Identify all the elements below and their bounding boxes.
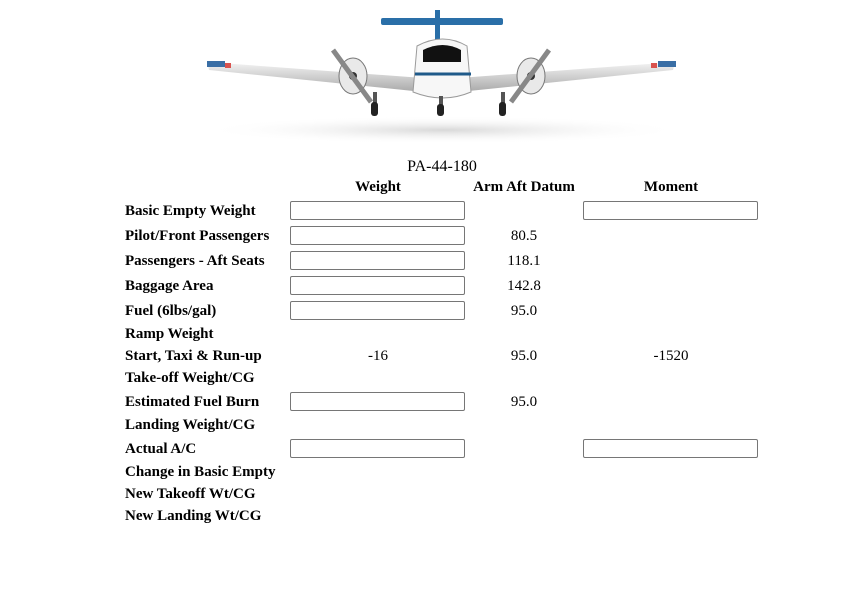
start-taxi-moment: -1520 [653,348,689,364]
pilot-front-arm: 80.5 [510,228,538,244]
airplane-image [201,10,685,144]
row-label-estimated-fuel-burn: Estimated Fuel Burn [125,394,260,410]
basic-empty-moment-input[interactable] [583,201,758,220]
column-header-arm: Arm Aft Datum [473,179,575,195]
aircraft-model-title: PA-44-180 [407,158,477,175]
row-label-baggage-area: Baggage Area [125,278,214,294]
column-header-weight: Weight [355,179,401,195]
fuel-arm: 95.0 [510,303,538,319]
actual-ac-weight-input[interactable] [290,439,465,458]
row-label-actual-ac: Actual A/C [125,441,197,457]
row-label-landing-weight-cg: Landing Weight/CG [125,417,256,433]
fuel-burn-weight-input[interactable] [290,392,465,411]
row-label-change-basic-empty: Change in Basic Empty [125,464,276,480]
column-header-moment: Moment [643,179,699,195]
row-label-ramp-weight: Ramp Weight [125,326,214,342]
pilot-front-weight-input[interactable] [290,226,465,245]
fuel-weight-input[interactable] [290,301,465,320]
row-label-basic-empty-weight: Basic Empty Weight [125,203,256,219]
start-taxi-weight: -16 [368,348,388,364]
baggage-weight-input[interactable] [290,276,465,295]
row-label-fuel: Fuel (6lbs/gal) [125,303,217,319]
fuel-burn-arm: 95.0 [510,394,538,410]
passengers-aft-arm: 118.1 [507,253,541,269]
row-label-passengers-aft: Passengers - Aft Seats [125,253,265,269]
baggage-arm: 142.8 [507,278,541,294]
start-taxi-arm: 95.0 [510,348,538,364]
actual-ac-moment-input[interactable] [583,439,758,458]
passengers-aft-weight-input[interactable] [290,251,465,270]
row-label-takeoff-weight-cg: Take-off Weight/CG [125,370,255,386]
basic-empty-weight-input[interactable] [290,201,465,220]
row-label-new-takeoff-wt-cg: New Takeoff Wt/CG [125,486,256,502]
row-label-start-taxi-runup: Start, Taxi & Run-up [125,348,262,364]
row-label-new-landing-wt-cg: New Landing Wt/CG [125,508,262,524]
row-label-pilot-front-passengers: Pilot/Front Passengers [125,228,270,244]
